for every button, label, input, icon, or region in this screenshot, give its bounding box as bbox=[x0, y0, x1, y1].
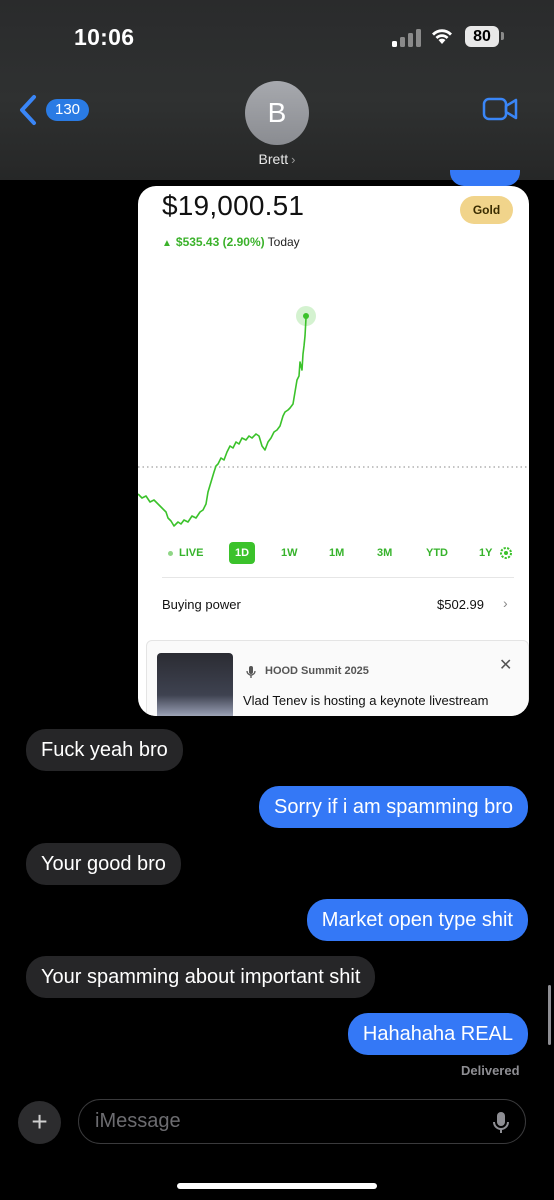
range-1m-button[interactable]: 1M bbox=[329, 542, 344, 564]
outgoing-message[interactable]: Hahahaha REAL bbox=[347, 1013, 528, 1055]
divider bbox=[162, 577, 514, 578]
outgoing-message[interactable]: Sorry if i am spamming bro bbox=[259, 786, 528, 828]
news-kicker: HOOD Summit 2025 bbox=[265, 665, 369, 677]
battery-indicator: 80 bbox=[465, 26, 499, 47]
close-icon[interactable]: ✕ bbox=[499, 655, 512, 675]
range-3m-button[interactable]: 3M bbox=[377, 542, 392, 564]
live-dot-icon bbox=[168, 550, 173, 556]
range-1y-button[interactable]: 1Y bbox=[479, 542, 492, 564]
facetime-video-icon[interactable] bbox=[482, 96, 518, 122]
contact-name[interactable]: Brett › bbox=[0, 151, 554, 167]
status-time: 10:06 bbox=[74, 24, 135, 50]
chevron-right-icon[interactable]: › bbox=[503, 595, 508, 611]
incoming-message[interactable]: Fuck yeah bro bbox=[26, 729, 183, 771]
news-card[interactable]: HOOD Summit 2025 Vlad Tenev is hosting a… bbox=[146, 640, 529, 716]
buying-power-label: Buying power bbox=[162, 597, 241, 612]
range-live-button[interactable]: LIVE bbox=[168, 542, 203, 564]
battery-tip bbox=[501, 32, 504, 40]
news-title: Vlad Tenev is hosting a keynote livestre… bbox=[243, 693, 489, 708]
portfolio-chart bbox=[138, 306, 529, 527]
buying-power-value: $502.99 bbox=[437, 597, 484, 612]
news-thumbnail bbox=[157, 653, 233, 716]
scrollbar[interactable] bbox=[548, 985, 551, 1045]
chevron-right-icon: › bbox=[291, 152, 296, 167]
range-ytd-button[interactable]: YTD bbox=[426, 542, 448, 564]
incoming-message[interactable]: Your good bro bbox=[26, 843, 181, 885]
unread-count-badge[interactable]: 130 bbox=[46, 99, 90, 121]
outgoing-message[interactable]: Market open type shit bbox=[306, 899, 528, 941]
chart-settings-gear-icon[interactable] bbox=[499, 546, 513, 560]
contact-avatar[interactable]: B bbox=[245, 81, 309, 145]
plus-icon[interactable]: + bbox=[18, 1101, 61, 1144]
microphone-icon[interactable] bbox=[492, 1111, 510, 1135]
range-selector: LIVE 1D 1W 1M 3M YTD 1Y bbox=[138, 542, 529, 564]
incoming-message[interactable]: Your spamming about important shit bbox=[26, 956, 376, 998]
previous-message-bubble bbox=[450, 170, 520, 186]
wifi-icon bbox=[432, 29, 452, 44]
home-indicator[interactable] bbox=[177, 1183, 377, 1189]
back-chevron-icon[interactable] bbox=[18, 94, 38, 126]
message-composer bbox=[78, 1099, 526, 1144]
range-1w-button[interactable]: 1W bbox=[281, 542, 298, 564]
cellular-signal-icon bbox=[392, 29, 422, 47]
delivered-status: Delivered bbox=[461, 1063, 520, 1078]
range-live-label: LIVE bbox=[179, 547, 204, 559]
robinhood-screenshot-attachment[interactable]: $19,000.51 Gold ▲ $535.43 (2.90%) Today LI… bbox=[138, 186, 529, 716]
microphone-icon bbox=[246, 666, 256, 678]
conversation-header: 10:06 80 130 B Brett › bbox=[0, 0, 554, 180]
current-price-dot bbox=[303, 313, 309, 319]
imessage-input[interactable] bbox=[95, 1110, 475, 1133]
portfolio-line bbox=[138, 317, 307, 527]
range-1d-button[interactable]: 1D bbox=[229, 542, 256, 564]
contact-name-label: Brett bbox=[258, 151, 289, 167]
